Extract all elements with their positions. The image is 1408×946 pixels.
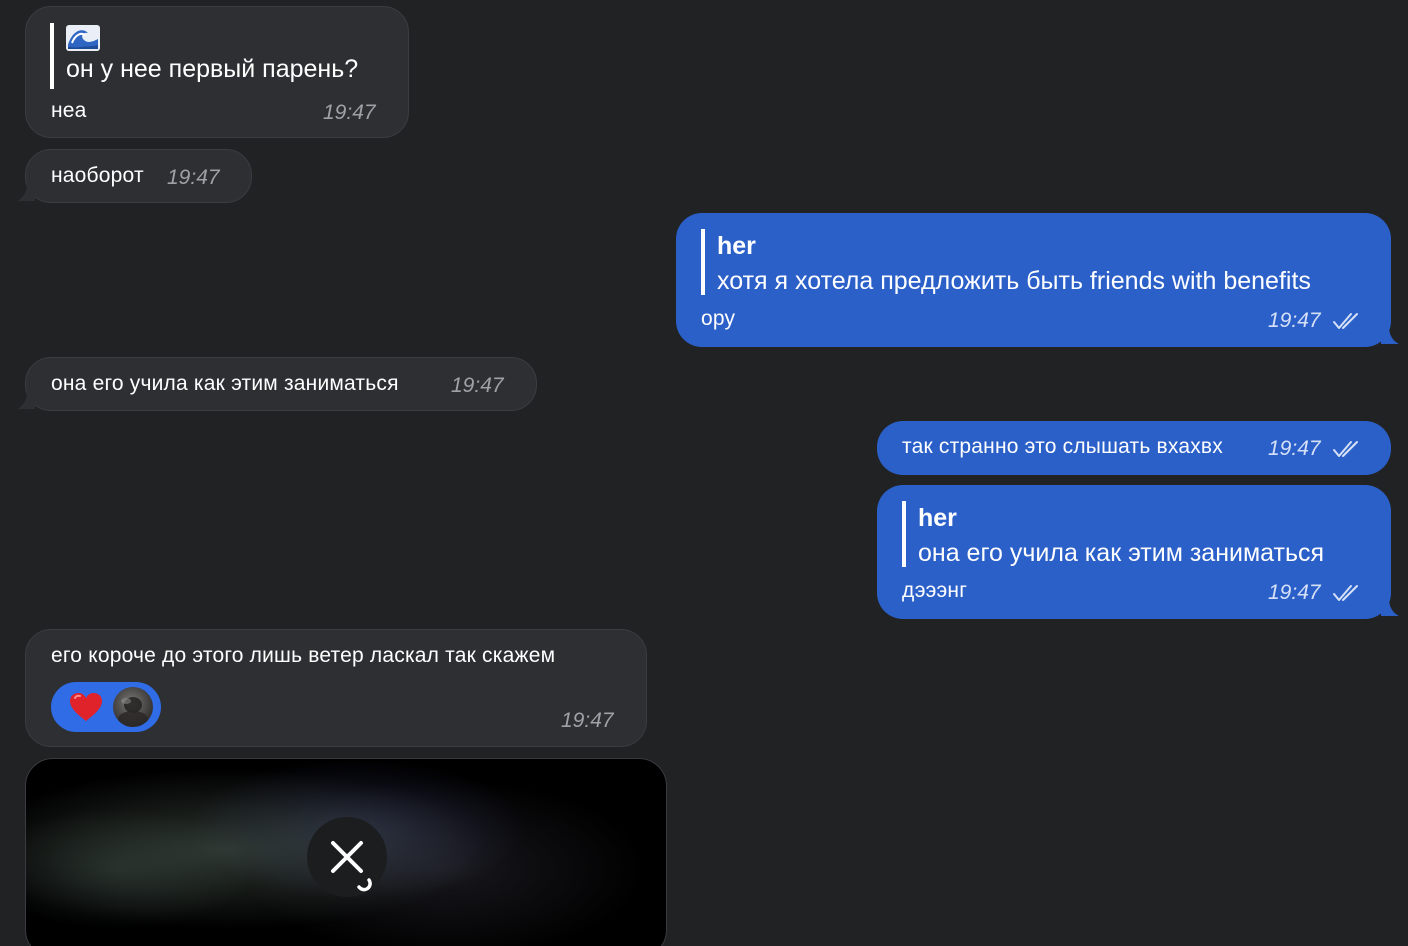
media-message[interactable]	[25, 758, 667, 946]
quoted-author-name: her	[717, 232, 756, 260]
double-check-icon	[1333, 585, 1358, 601]
message-time: 19:47	[323, 101, 376, 124]
cancel-download-button[interactable]	[307, 817, 387, 897]
quoted-author-name: her	[918, 504, 957, 532]
bubble-tail	[1381, 599, 1399, 616]
heart-icon	[70, 693, 102, 721]
bubble-tail	[17, 392, 35, 409]
double-check-icon	[1333, 313, 1358, 329]
message-text: неа	[51, 99, 87, 122]
outgoing-message-bubble[interactable]: her хотя я хотела предложить быть friend…	[676, 213, 1391, 347]
reply-quote[interactable]: her она его учила как этим заниматься	[902, 501, 1324, 567]
message-time: 19:47	[451, 374, 504, 397]
outgoing-message-bubble[interactable]: так странно это слышать вхахвх 19:47	[877, 421, 1391, 475]
incoming-message-bubble[interactable]: его короче до этого лишь ветер ласкал та…	[25, 629, 647, 747]
bubble-tail	[17, 184, 35, 201]
incoming-message-bubble[interactable]: наоборот 19:47	[25, 149, 252, 203]
message-time: 19:47	[167, 166, 220, 189]
double-check-icon	[1333, 441, 1358, 457]
quoted-message-text: хотя я хотела предложить быть friends wi…	[717, 267, 1311, 295]
outgoing-message-bubble[interactable]: her она его учила как этим заниматься дэ…	[877, 485, 1391, 619]
quoted-message-text: она его учила как этим заниматься	[918, 539, 1325, 567]
avatar[interactable]	[113, 687, 153, 727]
incoming-message-bubble[interactable]: она его учила как этим заниматься 19:47	[25, 357, 537, 411]
message-text: так странно это слышать вхахвх	[902, 435, 1223, 458]
message-time: 19:47	[561, 709, 614, 732]
bubble-tail	[1381, 327, 1399, 344]
reply-quote[interactable]: он у нее первый парень?	[50, 23, 358, 89]
reply-quote[interactable]: her хотя я хотела предложить быть friend…	[701, 229, 1311, 295]
message-text: ору	[701, 307, 736, 330]
incoming-message-bubble[interactable]: он у нее первый парень? неа 19:47	[25, 6, 409, 138]
close-icon	[331, 841, 372, 892]
water-wave-icon	[66, 25, 100, 51]
message-time: 19:47	[1268, 437, 1321, 460]
message-text: наоборот	[51, 164, 144, 187]
message-text: она его учила как этим заниматься	[51, 372, 399, 395]
quoted-message-text: он у нее первый парень?	[66, 55, 359, 83]
message-time: 19:47	[1268, 581, 1321, 604]
message-text: его короче до этого лишь ветер ласкал та…	[51, 644, 556, 667]
reaction-pill[interactable]	[51, 682, 161, 732]
message-text: дэээнг	[902, 579, 968, 602]
message-time: 19:47	[1268, 309, 1321, 332]
chat-history[interactable]: он у нее первый парень? неа 19:47 наобор…	[0, 0, 1408, 946]
